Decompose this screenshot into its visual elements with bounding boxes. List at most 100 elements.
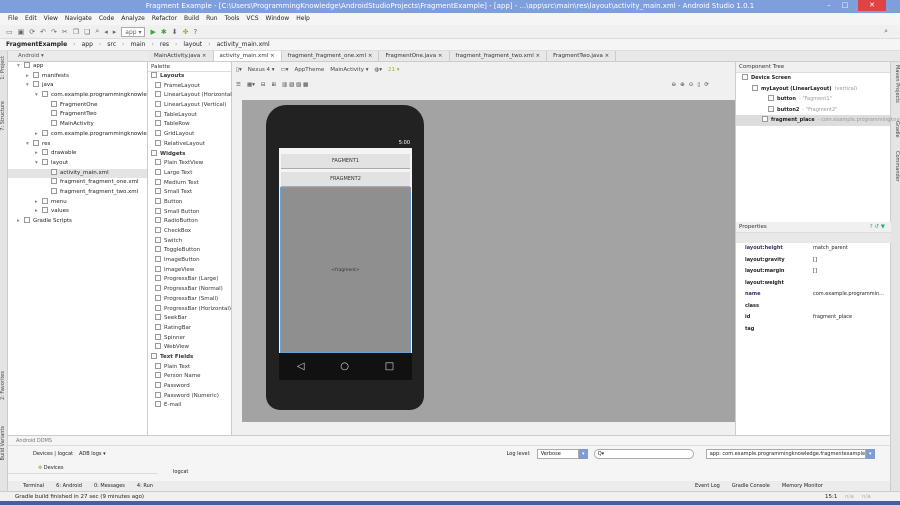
palette-item[interactable]: ProgressBar (Normal): [148, 285, 231, 295]
tree-item[interactable]: ▸ drawable: [8, 149, 147, 159]
fragment2-button[interactable]: FRAGMENT2: [281, 172, 410, 187]
palette-item[interactable]: WebView: [148, 343, 231, 353]
menu-code[interactable]: Code: [99, 13, 114, 25]
property-value[interactable]: com.example.programmin...: [813, 289, 884, 301]
palette-item[interactable]: Plain TextView: [148, 159, 231, 169]
app-filter-select[interactable]: app: com.example.programmingknowledge.fr…: [705, 449, 866, 459]
palette-item[interactable]: Spinner: [148, 333, 231, 344]
menu-tools[interactable]: Tools: [225, 13, 240, 25]
bottom-tab[interactable]: 6: Android: [56, 481, 82, 491]
property-row[interactable]: layout:weight: [736, 278, 891, 290]
commander-tool-tab[interactable]: Commander: [892, 151, 900, 182]
menu-refactor[interactable]: Refactor: [152, 13, 177, 25]
palette-item[interactable]: RadioButton: [148, 217, 231, 227]
breadcrumb-item[interactable]: layout: [183, 39, 202, 50]
palette-item[interactable]: Switch: [148, 236, 231, 247]
editor-tab[interactable]: FragmentTwo.java ×: [547, 51, 617, 61]
breadcrumb-item[interactable]: main: [130, 39, 145, 50]
project-tool-tab[interactable]: 1: Project: [0, 56, 8, 80]
component-tree-item[interactable]: fragment_place - com.example.programmingk…: [736, 115, 900, 126]
component-tree-item[interactable]: button - "Fagment1": [736, 94, 890, 105]
debug-icon[interactable]: ✱: [161, 28, 167, 36]
bottom-tab[interactable]: 0: Messages: [94, 481, 125, 491]
chevron-down-icon[interactable]: ▾: [865, 449, 875, 459]
palette-item[interactable]: CheckBox: [148, 227, 231, 237]
expand-arrow-icon[interactable]: ▾: [35, 91, 42, 101]
property-row[interactable]: class: [736, 301, 891, 313]
tree-item[interactable]: FragmentOne: [8, 100, 147, 111]
palette-item[interactable]: Plain Text: [148, 362, 231, 373]
tree-item[interactable]: ▾ java: [8, 81, 147, 91]
menu-analyze[interactable]: Analyze: [121, 13, 145, 25]
menu-build[interactable]: Build: [184, 13, 199, 25]
palette-item[interactable]: Small Text: [148, 188, 231, 198]
editor-tab[interactable]: fragment_fragment_one.xml ×: [282, 51, 380, 61]
device-select[interactable]: Nexus 4 ▾: [248, 67, 275, 73]
menu-vcs[interactable]: VCS: [246, 13, 258, 25]
tree-item[interactable]: ▾ res: [8, 139, 147, 150]
tree-item[interactable]: fragment_fragment_two.xml: [8, 187, 147, 198]
search-icon[interactable]: ⌕: [884, 27, 888, 36]
help-icon[interactable]: ?: [194, 28, 198, 36]
tree-item[interactable]: ▸ Gradle Scripts: [8, 217, 147, 227]
editor-tab[interactable]: MainActivity.java ×: [148, 51, 214, 61]
filter-icon[interactable]: ? ↺ ▼: [870, 222, 885, 233]
palette-item[interactable]: Password: [148, 382, 231, 392]
palette-item[interactable]: Person Name: [148, 372, 231, 382]
activity-select[interactable]: MainActivity ▾: [330, 67, 368, 73]
new-icon[interactable]: ▯▾: [236, 67, 242, 73]
favorites-tool-tab[interactable]: 2: Favorites: [0, 371, 8, 400]
tree-item[interactable]: activity_main.xml: [8, 168, 147, 179]
minimize-button[interactable]: –: [822, 0, 836, 11]
palette-item[interactable]: RelativeLayout: [148, 139, 231, 150]
palette-item[interactable]: LinearLayout (Vertical): [148, 101, 231, 111]
menu-view[interactable]: View: [44, 13, 58, 25]
property-row[interactable]: layout:gravity []: [736, 255, 891, 267]
theme-select[interactable]: AppTheme: [295, 67, 325, 73]
structure-tool-tab[interactable]: 7: Structure: [0, 101, 8, 131]
breadcrumb-item[interactable]: activity_main.xml: [217, 39, 270, 50]
menu-file[interactable]: File: [8, 13, 18, 25]
expand-arrow-icon[interactable]: ▸: [35, 130, 42, 140]
bottom-right-tab[interactable]: Memory Monitor: [782, 481, 823, 491]
property-row[interactable]: layout:height match_parent: [736, 243, 891, 255]
expand-arrow-icon[interactable]: ▸: [35, 149, 42, 159]
menu-navigate[interactable]: Navigate: [65, 13, 92, 25]
palette-item[interactable]: E-mail: [148, 401, 231, 411]
bottom-tab[interactable]: 4: Run: [137, 481, 153, 491]
tree-item[interactable]: ▸ com.example.programmingknowle: [8, 129, 147, 140]
palette-item[interactable]: Medium Text: [148, 178, 231, 189]
maven-tool-tab[interactable]: Maven Projects: [892, 65, 900, 103]
close-button[interactable]: ✕: [858, 0, 886, 11]
save-icon[interactable]: ▣: [18, 28, 25, 36]
palette-item[interactable]: ToggleButton: [148, 246, 231, 256]
fill-height-icon[interactable]: ⊞: [272, 82, 277, 88]
project-view-select[interactable]: Android ▾: [8, 51, 148, 62]
palette-group[interactable]: Layouts: [148, 72, 231, 82]
copy-icon[interactable]: ❐: [73, 28, 79, 36]
sync-icon[interactable]: ⟳: [29, 28, 35, 36]
property-row[interactable]: layout:margin []: [736, 266, 891, 278]
palette-item[interactable]: RatingBar: [148, 323, 231, 334]
property-value[interactable]: []: [813, 266, 817, 278]
breadcrumb-item[interactable]: res: [160, 39, 169, 50]
palette-group[interactable]: Widgets: [148, 149, 231, 160]
sdk-manager-icon[interactable]: ⬇: [172, 28, 178, 36]
component-tree-item[interactable]: myLayout (LinearLayout) (vertical): [736, 84, 890, 95]
log-level-select[interactable]: Verbose: [536, 449, 579, 459]
palette-item[interactable]: Button: [148, 197, 231, 208]
palette-item[interactable]: LinearLayout (Horizontal): [148, 91, 234, 101]
expand-arrow-icon[interactable]: ▸: [17, 217, 24, 227]
fragment1-button[interactable]: FAGMENT1: [281, 154, 410, 169]
tree-item[interactable]: fragment_fragment_one.xml: [8, 178, 147, 188]
maximize-button[interactable]: □: [838, 0, 852, 11]
editor-tab[interactable]: activity_main.xml ×: [213, 51, 282, 61]
orientation-icon[interactable]: ▭▾: [281, 67, 289, 73]
layout-icon[interactable]: ☰: [236, 82, 241, 88]
palette-item[interactable]: SeekBar: [148, 314, 231, 324]
menu-window[interactable]: Window: [266, 13, 290, 25]
menu-run[interactable]: Run: [206, 13, 218, 25]
menu-help[interactable]: Help: [296, 13, 310, 25]
palette-item[interactable]: ImageButton: [148, 256, 231, 266]
find-icon[interactable]: ⌕: [95, 27, 99, 36]
